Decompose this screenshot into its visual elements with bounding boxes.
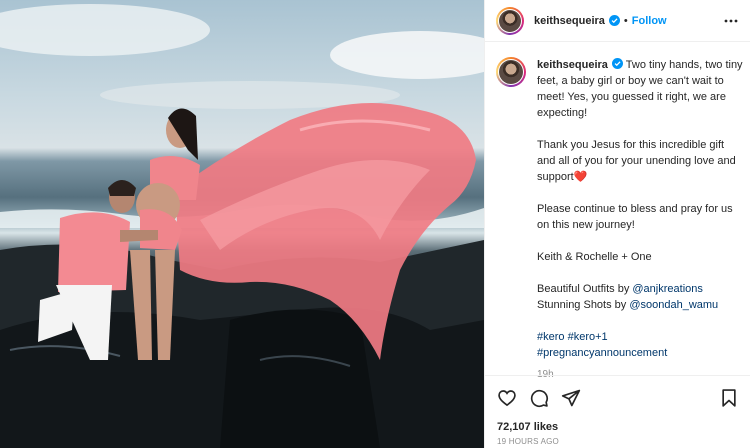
caption-credits: Beautiful Outfits by @anjkreations Stunn… <box>537 281 743 313</box>
post-photo-illustration <box>0 4 484 448</box>
verified-badge-icon <box>608 15 620 26</box>
header-separator: • <box>623 14 628 27</box>
caption-paragraph-2: Thank you Jesus for this incredible gift… <box>537 137 743 185</box>
heart-icon[interactable] <box>497 388 517 408</box>
shots-label: Stunning Shots by <box>537 299 630 311</box>
caption-username[interactable]: keithsequeira <box>537 59 608 71</box>
author-avatar[interactable] <box>496 6 524 35</box>
save-icon[interactable] <box>719 388 739 408</box>
post-actions-bar: 72,107 likes 19 HOURS AGO <box>485 375 750 448</box>
caption-paragraph-3: Please continue to bless and pray for us… <box>537 203 733 231</box>
outfits-handle-link[interactable]: @anjkreations <box>632 283 702 295</box>
follow-button[interactable]: Follow <box>632 15 667 27</box>
share-icon[interactable] <box>561 388 581 408</box>
more-horizontal-icon[interactable] <box>723 14 739 28</box>
outfits-label: Beautiful Outfits by <box>537 283 633 295</box>
post-header: keithsequeira • Follow <box>485 0 750 42</box>
hashtag-kero[interactable]: #kero <box>537 331 565 343</box>
post-timestamp[interactable]: 19 HOURS AGO <box>497 437 559 446</box>
caption-avatar[interactable] <box>496 57 526 87</box>
shots-handle-link[interactable]: @soondah_wamu <box>629 299 718 311</box>
caption-paragraph-4: Keith & Rochelle + One <box>537 251 652 263</box>
red-heart-emoji: ❤️ <box>573 171 588 183</box>
post-side-panel: keithsequeira • Follow keithsequeira Two… <box>484 0 750 448</box>
hashtag-kero-plus-one[interactable]: #kero+1 <box>568 331 608 343</box>
caption-para2-text: Thank you Jesus for this incredible gift… <box>537 139 736 183</box>
caption-text: keithsequeira Two tiny hands, two tiny f… <box>537 57 743 383</box>
verified-badge-icon <box>611 58 623 69</box>
hashtag-pregnancyannouncement[interactable]: #pregnancyannouncement <box>537 347 667 359</box>
post-image[interactable] <box>0 0 484 448</box>
comment-icon[interactable] <box>529 388 549 408</box>
caption-block: keithsequeira Two tiny hands, two tiny f… <box>496 57 746 383</box>
caption-paragraph-1: keithsequeira Two tiny hands, two tiny f… <box>537 57 743 121</box>
like-count[interactable]: 72,107 likes <box>497 421 558 433</box>
author-username[interactable]: keithsequeira <box>534 15 605 27</box>
caption-hashtags: #kero #kero+1 #pregnancyannouncement <box>537 329 743 361</box>
